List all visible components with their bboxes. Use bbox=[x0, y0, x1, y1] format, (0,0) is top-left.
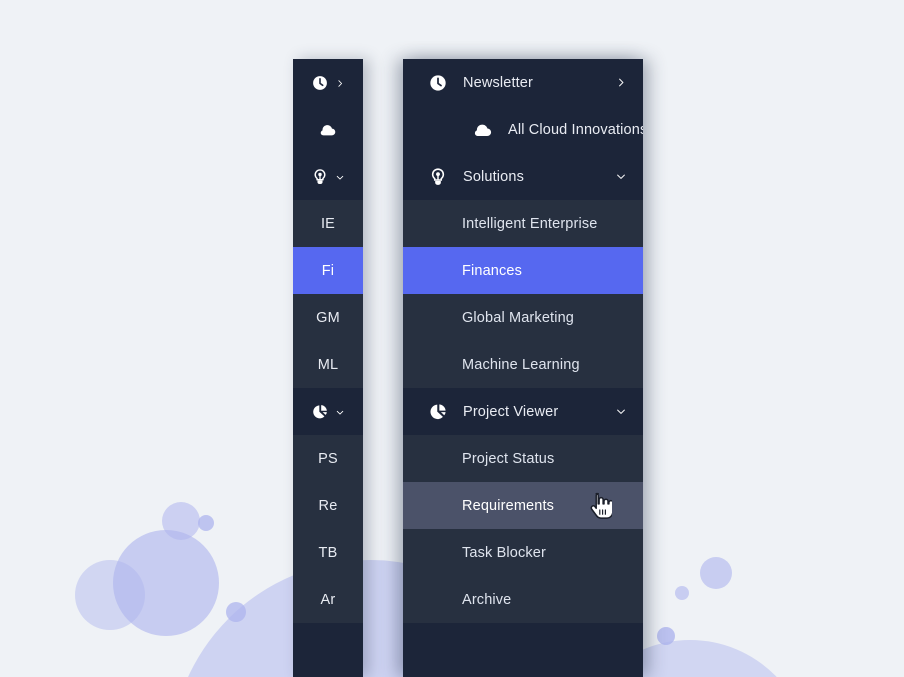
menu-item-label: Machine Learning bbox=[462, 356, 580, 373]
menu-item-requirements[interactable]: Requirements bbox=[403, 482, 643, 529]
menu-item-label: Project Status bbox=[462, 450, 555, 467]
cloud-icon bbox=[319, 121, 337, 139]
clock-icon bbox=[427, 72, 449, 94]
rail-item-label: IE bbox=[320, 215, 336, 232]
menu-item-label: Finances bbox=[462, 262, 523, 279]
clock-icon bbox=[311, 74, 329, 92]
rail-item-gm[interactable]: GM bbox=[293, 294, 363, 341]
menu-item-label: Global Marketing bbox=[462, 309, 575, 326]
navigation-stage: IE Fi GM ML PS Re TB Ar Newsletter All Cloud Inn… bbox=[0, 0, 904, 677]
rail-group-clock[interactable] bbox=[293, 59, 363, 106]
menu-item-task-blocker[interactable]: Task Blocker bbox=[403, 529, 643, 576]
chevron-right-icon[interactable] bbox=[615, 77, 627, 89]
menu-item-machine-learning[interactable]: Machine Learning bbox=[403, 341, 643, 388]
rail-item-fi[interactable]: Fi bbox=[293, 247, 363, 294]
menu-item-label: All Cloud Innovations bbox=[508, 121, 643, 138]
menu-item-project-status[interactable]: Project Status bbox=[403, 435, 643, 482]
rail-item-label: Re bbox=[318, 497, 338, 514]
chevron-down-icon[interactable] bbox=[615, 406, 627, 418]
collapsed-icon-rail: IE Fi GM ML PS Re TB Ar bbox=[293, 59, 363, 677]
menu-item-global-marketing[interactable]: Global Marketing bbox=[403, 294, 643, 341]
rail-item-ps[interactable]: PS bbox=[293, 435, 363, 482]
rail-item-label: Ar bbox=[320, 591, 336, 608]
menu-item-project-viewer[interactable]: Project Viewer bbox=[403, 388, 643, 435]
menu-item-solutions[interactable]: Solutions bbox=[403, 153, 643, 200]
menu-item-label: Task Blocker bbox=[462, 544, 546, 561]
menu-item-label: Requirements bbox=[462, 497, 555, 514]
chevron-down-icon[interactable] bbox=[335, 172, 345, 182]
menu-item-intelligent-enterprise[interactable]: Intelligent Enterprise bbox=[403, 200, 643, 247]
menu-item-finances[interactable]: Finances bbox=[403, 247, 643, 294]
rail-item-label: GM bbox=[316, 309, 340, 326]
menu-item-label: Project Viewer bbox=[463, 403, 559, 420]
rail-item-label: Fi bbox=[321, 262, 335, 279]
rail-item-label: TB bbox=[318, 544, 338, 561]
rail-item-label: PS bbox=[318, 450, 338, 467]
cloud-icon bbox=[472, 119, 494, 141]
chevron-right-icon[interactable] bbox=[335, 78, 345, 88]
menu-item-label: Intelligent Enterprise bbox=[462, 215, 598, 232]
chevron-down-icon[interactable] bbox=[335, 407, 345, 417]
lightbulb-icon bbox=[427, 166, 449, 188]
menu-item-label: Solutions bbox=[463, 168, 524, 185]
menu-item-label: Newsletter bbox=[463, 74, 533, 91]
menu-item-newsletter[interactable]: Newsletter bbox=[403, 59, 643, 106]
lightbulb-icon bbox=[311, 168, 329, 186]
menu-item-all-cloud-innovations[interactable]: All Cloud Innovations bbox=[403, 106, 643, 153]
pie-chart-icon bbox=[311, 403, 329, 421]
rail-group-pie-chart[interactable] bbox=[293, 388, 363, 435]
rail-item-label: ML bbox=[317, 356, 339, 373]
rail-group-lightbulb[interactable] bbox=[293, 153, 363, 200]
pie-chart-icon bbox=[427, 401, 449, 423]
rail-group-cloud[interactable] bbox=[293, 106, 363, 153]
chevron-down-icon[interactable] bbox=[615, 171, 627, 183]
menu-item-label: Archive bbox=[462, 591, 512, 608]
rail-item-ie[interactable]: IE bbox=[293, 200, 363, 247]
rail-item-ar[interactable]: Ar bbox=[293, 576, 363, 623]
rail-item-re[interactable]: Re bbox=[293, 482, 363, 529]
rail-item-tb[interactable]: TB bbox=[293, 529, 363, 576]
rail-item-ml[interactable]: ML bbox=[293, 341, 363, 388]
expanded-navigation-menu: Newsletter All Cloud Innovations Solutions… bbox=[403, 59, 643, 677]
menu-item-archive[interactable]: Archive bbox=[403, 576, 643, 623]
